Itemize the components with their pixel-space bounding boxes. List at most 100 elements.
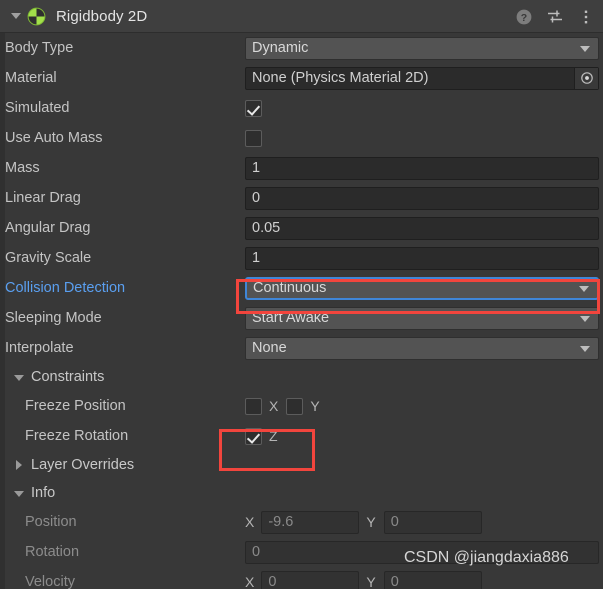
position-x-readonly-field: -9.6 [261,510,360,534]
freeze-position-y-checkbox[interactable] [286,397,304,415]
freeze-position-x-checkbox[interactable] [245,397,262,415]
object-field-value: None (Physics Material 2D) [252,70,429,86]
property-control: None (Physics Material 2D) [245,66,599,90]
property-label: Rotation [25,544,80,560]
property-label: Sleeping Mode [5,310,102,326]
chevron-down-icon [580,46,590,52]
property-control: X 0 Y 0 [245,570,599,589]
property-control [245,96,599,120]
property-row-mass: Mass 1 [5,153,603,183]
property-label: Freeze Rotation [25,428,129,444]
layer-overrides-foldout[interactable]: Layer Overrides [5,451,603,479]
interpolate-dropdown[interactable]: None [245,336,599,360]
freeze-rotation-z-checkbox[interactable] [245,427,262,445]
dropdown-value: Start Awake [252,310,330,326]
page-title: Rigidbody 2D [56,7,148,25]
property-row-freeze-position: Freeze Position X Y [5,391,603,421]
preset-sliders-icon[interactable] [546,8,564,26]
mass-input[interactable]: 1 [245,156,599,180]
property-control: Start Awake [245,306,599,330]
property-label: Material [5,70,57,86]
property-control: 1 [245,156,599,180]
property-label: Position [25,514,77,530]
header-icon-group: ? [515,0,595,33]
property-row-angular-drag: Angular Drag 0.05 [5,213,603,243]
property-row-body-type: Body Type Dynamic [5,33,603,63]
property-row-gravity-scale: Gravity Scale 1 [5,243,603,273]
velocity-y-readonly-field: 0 [383,570,482,589]
field-value: 0 [390,514,399,530]
chevron-down-icon [580,316,590,322]
property-label: Interpolate [5,340,74,356]
help-icon[interactable]: ? [515,8,533,26]
inspector-body: Body Type Dynamic Material None (Physics… [0,33,603,589]
object-picker-icon[interactable] [574,67,598,89]
field-value: 0 [252,190,261,206]
chevron-down-icon [580,346,590,352]
property-label: Mass [5,160,40,176]
body-type-dropdown[interactable]: Dynamic [245,36,599,60]
property-control [245,126,599,150]
info-row-position: Position X -9.6 Y 0 [5,507,603,537]
info-foldout[interactable]: Info [5,479,603,507]
field-value: 0.05 [252,220,281,236]
position-y-readonly-field: 0 [383,510,482,534]
property-row-linear-drag: Linear Drag 0 [5,183,603,213]
property-label: Use Auto Mass [5,130,103,146]
property-label: Velocity [25,574,75,589]
property-control: X -9.6 Y 0 [245,510,599,534]
chevron-right-icon[interactable] [13,459,26,472]
constraints-foldout[interactable]: Constraints [5,363,603,391]
kebab-menu-icon[interactable] [577,8,595,26]
chevron-down-icon[interactable] [13,371,26,384]
chevron-down-icon [579,286,589,292]
property-control: None [245,336,599,360]
collision-detection-dropdown[interactable]: Continuous [245,276,599,300]
property-control: 0 [245,186,599,210]
axis-label-y: Y [310,398,320,414]
axis-label-y: Y [366,574,376,589]
property-row-sleeping-mode: Sleeping Mode Start Awake [5,303,603,333]
field-value: 0 [268,574,277,589]
info-row-velocity: Velocity X 0 Y 0 [5,567,603,589]
property-row-interpolate: Interpolate None [5,333,603,363]
sleeping-mode-dropdown[interactable]: Start Awake [245,306,599,330]
svg-text:?: ? [521,12,527,24]
property-label: Body Type [5,40,74,56]
property-control: X Y [245,394,599,418]
axis-label-x: X [245,514,255,530]
property-label: Gravity Scale [5,250,92,266]
property-label: Collision Detection [5,280,126,296]
dropdown-value: None [252,340,287,356]
angular-drag-input[interactable]: 0.05 [245,216,599,240]
axis-label-y: Y [366,514,376,530]
property-control: Dynamic [245,36,599,60]
property-control: 1 [245,246,599,270]
dropdown-value: Dynamic [252,40,309,56]
constraints-label: Constraints [31,369,105,385]
property-row-simulated: Simulated [5,93,603,123]
use-auto-mass-checkbox[interactable] [245,129,262,147]
property-row-freeze-rotation: Freeze Rotation Z [5,421,603,451]
material-object-field[interactable]: None (Physics Material 2D) [245,66,599,90]
property-control: Z [245,424,599,448]
property-control: 0.05 [245,216,599,240]
layer-overrides-label: Layer Overrides [31,457,135,473]
component-header[interactable]: Rigidbody 2D ? [0,0,603,33]
property-label: Angular Drag [5,220,91,236]
chevron-down-icon[interactable] [13,487,26,500]
velocity-x-readonly-field: 0 [261,570,360,589]
property-row-material: Material None (Physics Material 2D) [5,63,603,93]
property-label: Simulated [5,100,70,116]
gravity-scale-input[interactable]: 1 [245,246,599,270]
info-label: Info [31,485,56,501]
field-value: 1 [252,160,261,176]
linear-drag-input[interactable]: 0 [245,186,599,210]
simulated-checkbox[interactable] [245,99,262,117]
axis-label-x: X [245,574,255,589]
axis-label-x: X [269,398,279,414]
field-value: 0 [390,574,399,589]
property-label: Freeze Position [25,398,126,414]
rigidbody2d-icon [27,7,46,26]
component-foldout-arrow-icon[interactable] [9,9,23,23]
